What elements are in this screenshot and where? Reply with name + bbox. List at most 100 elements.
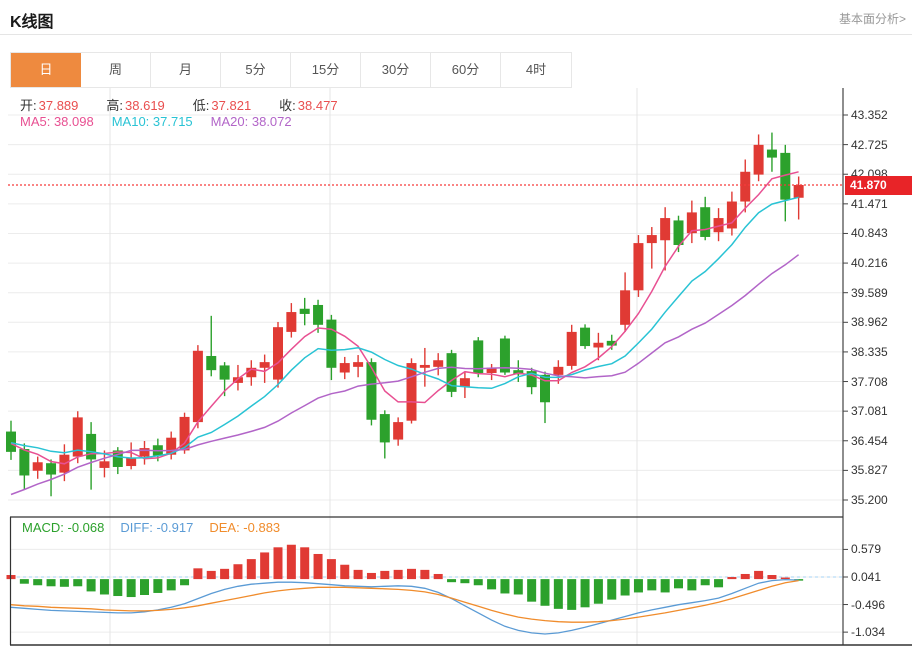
macd-bar (527, 579, 536, 602)
candle-body (33, 462, 43, 471)
macd-bar (367, 573, 376, 579)
macd-bar (674, 579, 683, 588)
candle-body (553, 367, 563, 375)
ma5-line (11, 172, 799, 464)
ohlc-item-1: 高:38.619 (106, 98, 178, 113)
macd-bar (113, 579, 122, 596)
macd-bar (20, 579, 29, 584)
macd-bar (594, 579, 603, 604)
candle-body (300, 309, 310, 314)
price-axis-label: 39.589 (851, 287, 888, 299)
price-axis-label: 38.335 (851, 346, 888, 358)
candle-body (407, 363, 417, 421)
price-axis-label: 37.708 (851, 376, 888, 388)
macd-axis-label: -1.034 (851, 626, 885, 638)
candle-body (99, 461, 109, 468)
ma-item-0: MA5: 38.098 (20, 114, 94, 129)
candle-body (313, 305, 323, 325)
candle-body (86, 434, 96, 460)
macd-bar (60, 579, 69, 587)
price-axis-label: 36.454 (851, 435, 888, 447)
macd-bar (741, 574, 750, 579)
macd-bar (767, 575, 776, 579)
candle-body (46, 463, 56, 474)
macd-info-item-0: MACD: -0.068 (22, 520, 104, 535)
macd-bar (207, 571, 216, 579)
candle-body (393, 422, 403, 439)
macd-bar (260, 552, 269, 579)
macd-bar (274, 547, 283, 579)
macd-bar (607, 579, 616, 600)
candle-body (140, 448, 150, 457)
candle-body (700, 207, 710, 237)
macd-bar (514, 579, 523, 594)
macd-bar (327, 559, 336, 579)
candle-body (620, 290, 630, 324)
macd-bar (300, 547, 309, 579)
candle-body (286, 312, 296, 332)
candle-body (754, 145, 764, 175)
candle-body (420, 365, 430, 368)
candle-body (193, 351, 203, 422)
candle-body (353, 362, 363, 367)
macd-bar (33, 579, 42, 585)
candle-body (647, 235, 657, 243)
macd-bar (781, 578, 790, 580)
candle-body (567, 332, 577, 366)
price-axis-label: 40.843 (851, 227, 888, 239)
price-axis-label: 42.725 (851, 139, 888, 151)
macd-bar (581, 579, 590, 607)
macd-bar (233, 564, 242, 579)
price-axis-label: 41.471 (851, 198, 888, 210)
macd-bar (354, 570, 363, 579)
candle-body (6, 432, 16, 452)
macd-bar (714, 579, 723, 587)
macd-bar (394, 570, 403, 579)
candle-body (794, 185, 804, 198)
price-axis-label: 38.962 (851, 316, 888, 328)
price-axis-label: 43.352 (851, 109, 888, 121)
macd-bar (687, 579, 696, 590)
macd-bar (407, 569, 416, 579)
macd-axis-label: 0.041 (851, 571, 881, 583)
macd-bar (340, 565, 349, 579)
macd-bar (754, 571, 763, 579)
candle-body (273, 327, 283, 379)
macd-bar (380, 571, 389, 579)
candle-body (220, 365, 230, 379)
macd-bar (434, 574, 443, 579)
candle-body (206, 356, 216, 370)
macd-bar (287, 545, 296, 579)
candle-body (326, 320, 336, 368)
macd-axis-label: -0.496 (851, 599, 885, 611)
candle-body (340, 363, 350, 372)
macd-bar (487, 579, 496, 589)
macd-bar (220, 569, 229, 579)
macd-bar (621, 579, 630, 595)
macd-bar (247, 559, 256, 579)
price-axis-label: 35.827 (851, 464, 888, 476)
candle-body (767, 150, 777, 158)
price-axis-label: 40.216 (851, 257, 888, 269)
candle-body (380, 414, 390, 442)
ohlc-info-row: 开:37.889高:38.619低:37.821收:38.477 (20, 95, 366, 114)
macd-info-item-1: DIFF: -0.917 (120, 520, 193, 535)
macd-bar (567, 579, 576, 610)
macd-bar (554, 579, 563, 609)
candle-body (19, 449, 29, 475)
macd-bar (727, 577, 736, 579)
macd-info-item-2: DEA: -0.883 (209, 520, 280, 535)
macd-bar (47, 579, 56, 586)
macd-bar (661, 579, 670, 592)
price-axis-label: 37.081 (851, 405, 888, 417)
price-axis-label: 35.200 (851, 494, 888, 506)
macd-axis-label: 0.579 (851, 543, 881, 555)
macd-bar (500, 579, 509, 593)
macd-bar (87, 579, 96, 591)
candle-body (366, 362, 376, 420)
macd-bar (167, 579, 176, 590)
macd-bar (701, 579, 710, 585)
candle-body (460, 378, 470, 387)
macd-bar (73, 579, 82, 586)
macd-bar (100, 579, 109, 594)
